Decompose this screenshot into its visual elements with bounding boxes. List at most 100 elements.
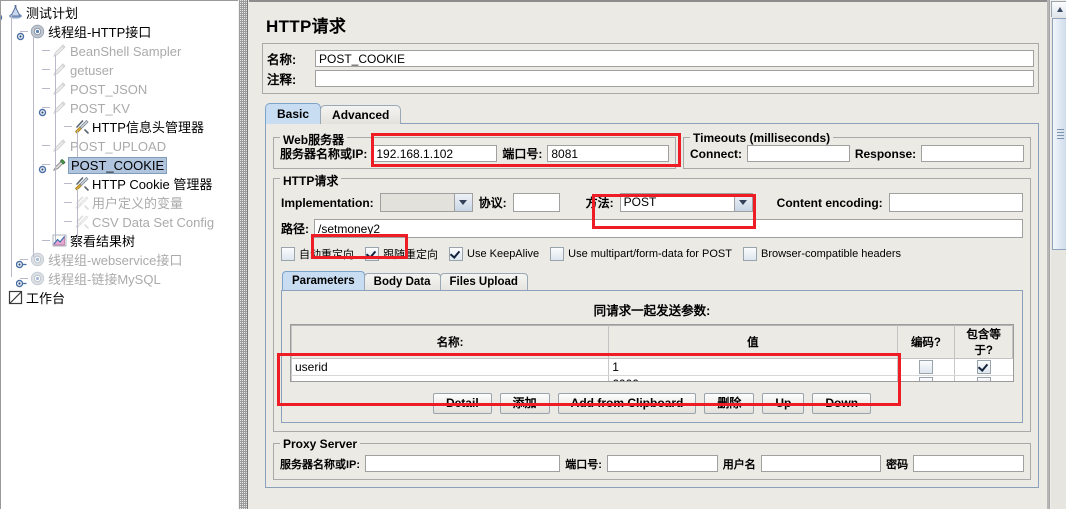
param-tab-files-upload[interactable]: Files Upload [439, 273, 528, 291]
checkbox-option[interactable]: Use multipart/form-data for POST [550, 247, 732, 261]
table-column-header[interactable]: 值 [608, 325, 898, 359]
parameters-button-row[interactable]: Detail 添加 Add from Clipboard 删除 Up Down [290, 393, 1014, 414]
checkbox-option[interactable]: 跟随重定向 [365, 246, 438, 262]
param-encode-cell[interactable] [896, 375, 955, 381]
content-encoding-input[interactable] [888, 193, 1023, 212]
tree-node[interactable]: CSV Data Set Config [1, 212, 238, 231]
tree-node-content[interactable]: BeanShell Sampler [51, 41, 183, 61]
tree-node-content[interactable]: POST_KV [51, 98, 132, 118]
panel-splitter[interactable] [238, 0, 248, 509]
server-port-input[interactable]: 8081 [547, 145, 669, 162]
param-include-equals-cell[interactable] [954, 358, 1013, 376]
table-row[interactable]: userid 1 [291, 358, 1013, 376]
tree-node-content[interactable]: POST_JSON [51, 79, 149, 99]
scrollbar-thumb[interactable] [1052, 18, 1066, 250]
tree-node[interactable]: BeanShell Sampler [1, 41, 238, 60]
up-button[interactable]: Up [762, 393, 805, 414]
parameters-tab-strip[interactable]: Parameters Body Data Files Upload [282, 271, 1023, 291]
tree-node-content[interactable]: 线程组-HTTP接口 [29, 22, 153, 42]
chevron-down-icon[interactable] [733, 194, 752, 211]
param-tab-parameters[interactable]: Parameters [282, 271, 365, 291]
delete-button[interactable]: 删除 [704, 393, 755, 414]
proxy-user-input[interactable] [760, 455, 882, 472]
checkbox-checked-icon[interactable] [976, 360, 991, 375]
proxy-password-input[interactable] [913, 455, 1024, 472]
test-plan-tree[interactable]: 测试计划 线程组-HTTP接口 BeanShell Sampler getuser PO… [1, 1, 238, 307]
tree-node[interactable]: POST_UPLOAD [1, 136, 238, 155]
tree-node[interactable]: HTTP Cookie 管理器 [1, 174, 238, 193]
tree-node[interactable]: 用户定义的变量 [1, 193, 238, 212]
table-column-header[interactable]: 包含等于? [954, 325, 1013, 359]
tree-node-content[interactable]: HTTP信息头管理器 [73, 117, 206, 137]
checkbox-checked-icon[interactable] [365, 247, 379, 261]
chevron-down-icon[interactable] [453, 194, 472, 211]
checkbox-unchecked-icon[interactable] [742, 247, 757, 261]
checkbox-option[interactable]: 自动重定向 [281, 246, 354, 262]
table-row[interactable]: money6000 [291, 375, 1013, 381]
connect-timeout-input[interactable] [747, 145, 850, 162]
checkbox-unchecked-icon[interactable] [918, 377, 933, 381]
table-column-header[interactable]: 名称: [291, 325, 610, 359]
tree-node[interactable]: 线程组-链接MySQL [1, 269, 238, 288]
name-input[interactable]: POST_COOKIE [315, 50, 1034, 67]
checkbox-option[interactable]: Use KeepAlive [449, 247, 539, 261]
checkbox-unchecked-icon[interactable] [550, 247, 565, 261]
tree-expand-handle-open[interactable] [1, 8, 3, 21]
path-input[interactable]: /setmoney2 [314, 219, 1023, 238]
tree-node[interactable]: 察看结果树 [1, 231, 238, 250]
detail-button[interactable]: Detail [432, 393, 492, 414]
server-host-input[interactable]: 192.168.1.102 [372, 145, 498, 162]
tree-expand-handle-closed[interactable] [15, 274, 27, 288]
tree-node[interactable]: 线程组-webservice接口 [1, 250, 238, 269]
parameters-table[interactable]: 名称:值编码?包含等于? userid1money6000 [291, 325, 1013, 381]
checkbox-unchecked-icon[interactable] [918, 360, 933, 375]
tree-node-content[interactable]: 测试计划 [7, 3, 80, 23]
table-column-header[interactable]: 编码? [896, 325, 956, 359]
proxy-port-input[interactable] [606, 455, 718, 472]
test-plan-tree-panel[interactable]: 测试计划 线程组-HTTP接口 BeanShell Sampler getuser PO… [0, 0, 238, 509]
param-name-cell[interactable]: money [291, 375, 609, 381]
tree-node-content[interactable]: 用户定义的变量 [73, 193, 185, 213]
tab-advanced[interactable]: Advanced [320, 105, 402, 124]
main-tab-strip[interactable]: Basic Advanced [265, 103, 1039, 124]
protocol-input[interactable] [512, 193, 560, 212]
add-button[interactable]: 添加 [499, 393, 550, 414]
checkbox-checked-icon[interactable] [449, 247, 463, 261]
tree-node[interactable]: 测试计划 [1, 3, 238, 22]
tree-expand-handle-open[interactable] [38, 160, 47, 174]
tree-node[interactable]: HTTP信息头管理器 [1, 117, 238, 136]
tree-node-content[interactable]: 线程组-webservice接口 [29, 250, 184, 270]
tab-basic[interactable]: Basic [265, 103, 322, 124]
parameters-table-wrapper[interactable]: 名称:值编码?包含等于? userid1money6000 [290, 324, 1014, 382]
tree-node[interactable]: 线程组-HTTP接口 [1, 22, 238, 41]
tree-expand-handle-closed[interactable] [15, 255, 27, 269]
tree-node-content[interactable]: HTTP Cookie 管理器 [73, 174, 214, 194]
response-timeout-input[interactable] [921, 145, 1025, 162]
vertical-scrollbar[interactable] [1049, 0, 1066, 509]
param-tab-body-data[interactable]: Body Data [363, 273, 441, 291]
tree-node-content[interactable]: 察看结果树 [51, 231, 137, 251]
scroll-up-button[interactable] [1051, 1, 1066, 18]
param-value-cell[interactable]: 6000 [608, 375, 898, 381]
tree-node-content[interactable]: POST_UPLOAD [51, 136, 168, 156]
comment-input[interactable] [315, 70, 1034, 87]
param-value-cell[interactable]: 1 [608, 358, 898, 376]
checkbox-unchecked-icon[interactable] [281, 247, 295, 261]
tree-node[interactable]: getuser [1, 60, 238, 79]
tree-node-content[interactable]: 工作台 [7, 288, 67, 308]
param-name-cell[interactable]: userid [291, 358, 609, 376]
tree-expand-handle-open[interactable] [16, 27, 25, 41]
tree-node[interactable]: POST_KV [1, 98, 238, 117]
checkbox-checked-icon[interactable] [976, 377, 991, 381]
add-from-clipboard-button[interactable]: Add from Clipboard [557, 393, 697, 414]
tree-node[interactable]: POST_JSON [1, 79, 238, 98]
param-include-equals-cell[interactable] [954, 375, 1013, 381]
implementation-combo[interactable] [379, 193, 473, 212]
tree-expand-handle-open[interactable] [38, 103, 47, 117]
checkbox-option[interactable]: Browser-compatible headers [742, 247, 901, 261]
method-combo[interactable]: POST [619, 193, 753, 212]
tree-node[interactable]: 工作台 [1, 288, 238, 307]
tree-node-content[interactable]: getuser [51, 60, 115, 80]
tree-node-content[interactable]: 线程组-链接MySQL [29, 269, 163, 289]
proxy-host-input[interactable] [365, 455, 561, 472]
